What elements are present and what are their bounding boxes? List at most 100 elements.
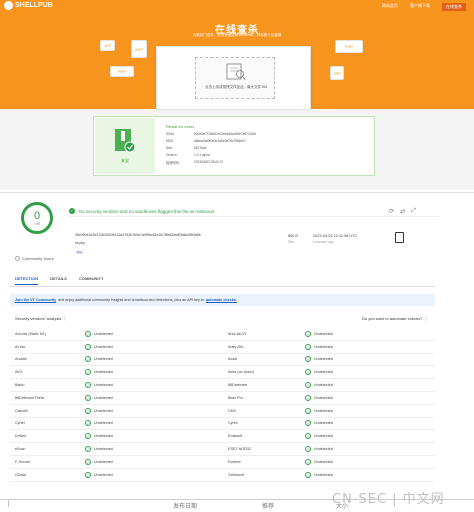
check-circle-icon: ✓ bbox=[305, 407, 311, 414]
info-icon: ⓘ bbox=[423, 316, 428, 321]
result-value: 1.0.1 alpha bbox=[194, 153, 210, 157]
upload-dropzone[interactable]: 点击上传或拖拽文件至此，最大文件 5M bbox=[195, 57, 275, 99]
vendor-status: ✓ Undetected bbox=[305, 369, 333, 376]
vendor-row: DrWeb ✓ Undetected Emsisoft ✓ Undetected bbox=[10, 430, 435, 444]
vendor-status: ✓ Undetected bbox=[305, 446, 333, 453]
vendor-name: Baidu bbox=[15, 383, 25, 388]
file-tag[interactable]: php bbox=[75, 250, 85, 254]
result-row: 检测时间 2023/06/03 09:00:27 bbox=[166, 160, 223, 165]
result-key: 检测时间 bbox=[166, 161, 179, 165]
info-icon[interactable]: ⓘ bbox=[62, 316, 66, 321]
automate-prompt-text: Do you want to automate checks? bbox=[362, 316, 423, 321]
check-circle-icon: ✓ bbox=[305, 458, 311, 465]
reanalyze-icon[interactable]: ⟳ bbox=[389, 208, 394, 215]
vendor-row: Cynet ✓ Undetected Cyren ✓ Undetected bbox=[10, 418, 435, 431]
vendor-name: eScan bbox=[15, 447, 26, 452]
vendors-heading: Security vendors' analysis ⓘ bbox=[15, 316, 66, 322]
fullscreen-icon[interactable]: ⤢ bbox=[411, 208, 416, 215]
result-card: 安全 Result for xxxxx SHA1 620e5e072f6b02c0… bbox=[93, 116, 375, 176]
vendor-status-text: Undetected bbox=[314, 434, 333, 439]
vendor-row: AVG ✓ Undetected Avira (no cloud) ✓ Undetecte… bbox=[10, 366, 435, 380]
vendor-status-text: Undetected bbox=[94, 331, 113, 336]
vendor-name: ALYac bbox=[15, 344, 26, 349]
vendor-status: ✓ Undetected bbox=[85, 471, 113, 478]
toolbar-icons: ⟳ ⇄ ⤢ bbox=[389, 208, 416, 215]
vendor-status-text: Undetected bbox=[94, 408, 113, 413]
score-value: 0 bbox=[33, 210, 41, 222]
site-logo[interactable]: SHELLPUB bbox=[4, 1, 53, 10]
vendor-name: ESET-NOD32 bbox=[228, 447, 251, 452]
vendor-status-text: Undetected bbox=[314, 357, 333, 362]
vendor-status-text: Undetected bbox=[314, 421, 333, 426]
vendor-row: ClamAV ✓ Undetected CMC ✓ Undetected bbox=[10, 405, 435, 418]
upload-card: 点击上传或拖拽文件至此，最大文件 5M bbox=[156, 46, 311, 110]
vendor-status-text: Undetected bbox=[314, 370, 333, 375]
detection-score-gauge: 0 / 59 bbox=[21, 202, 53, 234]
vendor-status: ✓ Undetected bbox=[85, 420, 113, 427]
check-circle-icon: ✓ bbox=[69, 208, 75, 214]
vendor-name: Cyren bbox=[228, 421, 238, 426]
vendor-status-text: Undetected bbox=[314, 459, 333, 464]
vendor-status-text: Undetected bbox=[94, 434, 113, 439]
vendor-name: ClamAV bbox=[15, 408, 29, 413]
file-hash[interactable]: 08c99043d2b21263002f9142a2762b7b0b7a4f9b… bbox=[75, 233, 201, 237]
check-circle-icon: ✓ bbox=[305, 369, 311, 376]
verdict-banner: ✓ No security vendors and no sandboxes f… bbox=[69, 206, 439, 217]
vendor-name: Antiy-AVL bbox=[228, 344, 245, 349]
join-community-link[interactable]: Join the VT Community bbox=[15, 298, 56, 302]
vendor-name: Acronis (Static ML) bbox=[15, 331, 47, 336]
vendor-status: ✓ Undetected bbox=[85, 433, 113, 440]
vendor-row: Arcabit ✓ Undetected Avast ✓ Undetected bbox=[10, 354, 435, 367]
vendor-status-text: Undetected bbox=[314, 395, 333, 400]
check-circle-icon: ✓ bbox=[305, 433, 311, 440]
check-circle-icon: ✓ bbox=[85, 407, 91, 414]
size-label: Size bbox=[288, 240, 295, 244]
vendor-status-text: Undetected bbox=[314, 447, 333, 452]
automate-checks-link[interactable]: automate checks. bbox=[206, 298, 237, 302]
file-type-icon bbox=[395, 232, 404, 243]
result-value: 620 Byte bbox=[194, 146, 207, 150]
vendor-row: Acronis (Static ML) ✓ Undetected AhnLab-V3 ✓… bbox=[10, 328, 435, 341]
tab-community[interactable]: COMMUNITY bbox=[79, 276, 104, 285]
score-total: / 59 bbox=[34, 222, 40, 226]
deco-file-icon: PHP bbox=[110, 66, 134, 77]
vendor-status: ✓ Undetected bbox=[305, 343, 333, 350]
automate-prompt[interactable]: Do you want to automate checks? ⓘ bbox=[362, 316, 427, 322]
verdict-text: No security vendors and no sandboxes fla… bbox=[79, 208, 215, 214]
tab-detection[interactable]: DETECTION bbox=[15, 276, 39, 285]
check-circle-icon: ✓ bbox=[305, 446, 311, 453]
vendor-name: BitDefender bbox=[228, 383, 248, 388]
top-nav: 网站首页 客户端下载 在线查杀 bbox=[382, 3, 466, 11]
deco-label: PHP bbox=[344, 44, 354, 49]
result-title: Result for xxxxx bbox=[166, 124, 195, 129]
vendor-status: ✓ Undetected bbox=[85, 330, 113, 337]
vendor-status-text: Undetected bbox=[94, 395, 113, 400]
result-key: SHA1 bbox=[166, 132, 175, 136]
vendor-status-text: Undetected bbox=[94, 472, 113, 477]
similar-icon[interactable]: ⇄ bbox=[400, 208, 405, 215]
vendor-row: F-Secure ✓ Undetected Fortinet ✓ Undetected bbox=[10, 456, 435, 469]
vendor-name: DrWeb bbox=[15, 434, 27, 439]
check-circle-icon: ✓ bbox=[85, 369, 91, 376]
nav-client-download[interactable]: 客户端下载 bbox=[410, 3, 430, 11]
nav-home[interactable]: 网站首页 bbox=[382, 3, 398, 11]
join-community-notice: Join the VT Community and enjoy addition… bbox=[10, 294, 435, 306]
deco-file-icon: JSP bbox=[100, 40, 115, 51]
vendor-status: ✓ Undetected bbox=[305, 420, 333, 427]
tab-details[interactable]: DETAILS bbox=[50, 276, 67, 285]
vendors-heading-text: Security vendors' analysis bbox=[15, 316, 62, 321]
deco-label: ASP bbox=[134, 46, 143, 52]
result-key: Size bbox=[166, 146, 173, 150]
check-circle-icon: ✓ bbox=[85, 446, 91, 453]
result-key: MD5 bbox=[166, 139, 173, 143]
vendor-row: GData ✓ Undetected Gridinsoft ✓ Undetected bbox=[10, 469, 435, 482]
vendor-name: Arcabit bbox=[15, 357, 27, 362]
vendor-name: Cynet bbox=[15, 421, 25, 426]
nav-online-scan[interactable]: 在线查杀 bbox=[442, 3, 466, 11]
vendor-status-text: Undetected bbox=[314, 331, 333, 336]
vendor-name: Gridinsoft bbox=[228, 472, 244, 477]
vendor-row: BitDefenderTheta ✓ Undetected Bkav Pro ✓ Unde… bbox=[10, 392, 435, 405]
vendor-name: F-Secure bbox=[15, 459, 31, 464]
deco-file-icon: JSP bbox=[330, 66, 344, 80]
check-circle-icon: ✓ bbox=[85, 330, 91, 337]
